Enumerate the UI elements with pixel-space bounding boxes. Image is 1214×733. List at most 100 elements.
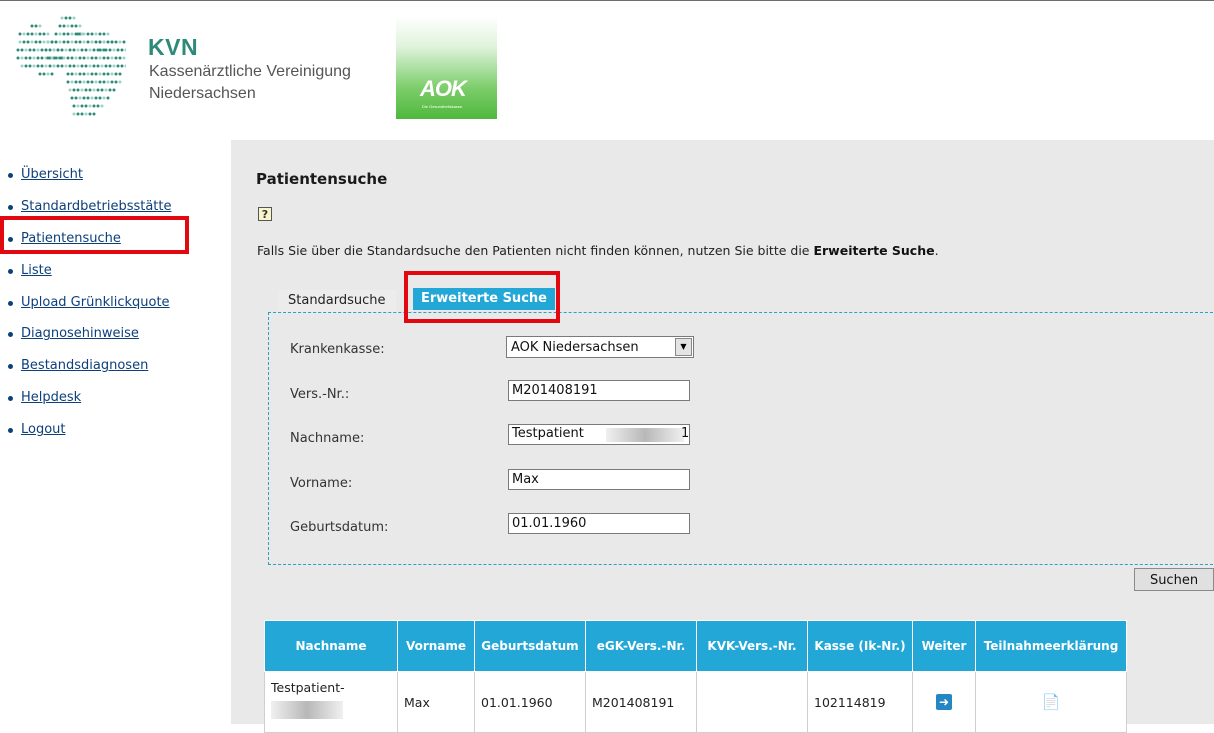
logo-dot [96,88,100,92]
sidebar-item-liste[interactable]: Liste [8,262,172,294]
logo-dot [116,48,120,52]
info-text-link: Erweiterte Suche [813,243,935,258]
logo-dot [58,24,62,28]
logo-dot [76,88,80,92]
search-button[interactable]: Suchen [1134,568,1214,591]
nav-link-standardbetriebsstaette[interactable]: Standardbetriebsstätte [21,198,172,215]
kvn-name-line2: Niedersachsen [149,85,256,102]
logo-dot [94,40,98,44]
logo-dot [78,24,82,28]
chevron-down-icon[interactable]: ▼ [675,338,692,356]
logo-dot [124,64,126,68]
krankenkasse-select[interactable]: AOK Niedersachsen ▼ [506,336,694,358]
nav-link-bestandsdiagnosen[interactable]: Bestandsdiagnosen [21,357,148,374]
sidebar-item-uebersicht[interactable]: Übersicht [8,166,172,198]
col-header-weiter: Weiter [912,620,976,672]
versnr-input[interactable] [508,380,690,401]
arrow-right-icon[interactable]: ➜ [936,694,952,710]
logo-dot [34,24,38,28]
logo-dot [102,96,106,100]
vorname-input[interactable] [508,469,690,490]
bullet-icon [8,332,13,338]
logo-dot [118,56,122,60]
logo-dot [102,40,106,44]
logo-dot [70,24,74,28]
nav-link-logout[interactable]: Logout [21,421,66,438]
col-header-geburtsdatum: Geburtsdatum [474,620,586,672]
logo-dot [66,80,70,84]
logo-dot [70,72,74,76]
help-icon[interactable]: ? [258,207,272,221]
logo-dot [74,24,78,28]
sidebar-item-logout[interactable]: Logout [8,421,172,453]
cell-nachname-text: Testpatient- [271,680,345,695]
logo-dot [96,64,100,68]
logo-dot [54,56,58,60]
logo-dot [72,16,76,20]
logo-dot [74,96,78,100]
logo-dot [78,56,82,60]
logo-dot [104,88,108,92]
logo-dot [64,48,68,52]
tab-standardsuche[interactable]: Standardsuche [278,290,396,312]
logo-dot [112,64,116,68]
logo-dot [36,56,40,60]
logo-dot [32,48,36,52]
aok-logo-text: AOK [420,76,467,101]
logo-dot [54,40,58,44]
nav-link-upload-gruenklickquote[interactable]: Upload Grünklickquote [21,294,170,311]
nav-link-helpdesk[interactable]: Helpdesk [21,389,81,406]
logo-dot [18,40,22,44]
krankenkasse-label: Krankenkasse: [290,342,385,357]
logo-dot [106,32,110,36]
logo-dot [56,64,60,68]
logo-dot [60,16,64,20]
logo-dot [20,64,24,68]
cell-teilnahme: 📄 [975,671,1127,733]
logo-dot [120,48,124,52]
logo-dot [86,56,90,60]
logo-dot [66,24,70,28]
logo-dot [48,64,52,68]
sidebar-item-helpdesk[interactable]: Helpdesk [8,389,172,421]
logo-dot [20,56,24,60]
col-header-kasse: Kasse (Ik-Nr.) [807,620,913,672]
logo-dot [18,32,22,36]
logo-dot [38,24,42,28]
sidebar-item-bestandsdiagnosen[interactable]: Bestandsdiagnosen [8,357,172,389]
kvn-map-logo [16,16,126,116]
logo-dot [90,72,94,76]
logo-dot [68,88,72,92]
logo-dot [62,56,66,60]
cell-weiter: ➜ [912,671,976,733]
redacted-region [271,701,343,719]
sidebar-item-diagnosehinweise[interactable]: Diagnosehinweise [8,325,172,357]
logo-dot [78,72,82,76]
logo-dot [110,72,114,76]
bullet-icon [8,364,13,370]
logo-dot [68,16,72,20]
nav-link-uebersicht[interactable]: Übersicht [21,166,83,183]
logo-dot [92,48,96,52]
logo-dot [30,40,34,44]
logo-dot [64,16,68,20]
logo-dot [90,96,94,100]
logo-dot [56,48,60,52]
krankenkasse-selected-value: AOK Niedersachsen [511,339,639,355]
logo-dot [70,96,74,100]
col-header-egk: eGK-Vers.-Nr. [585,620,697,672]
nachname-input[interactable]: Testpatient 1 [508,424,690,445]
nav-link-diagnosehinweise[interactable]: Diagnosehinweise [21,325,139,342]
logo-dot [74,56,78,60]
nav-link-liste[interactable]: Liste [21,262,52,279]
logo-dot [108,88,112,92]
logo-dot [118,80,122,84]
logo-dot [70,32,74,36]
pdf-icon[interactable]: 📄 [1042,693,1061,711]
logo-dot [34,40,38,44]
geburtsdatum-input[interactable] [508,513,690,534]
logo-dot [46,32,50,36]
cell-nachname: Testpatient- [264,671,398,733]
sidebar-item-upload-gruenklickquote[interactable]: Upload Grünklickquote [8,294,172,326]
logo-dot [118,72,122,76]
